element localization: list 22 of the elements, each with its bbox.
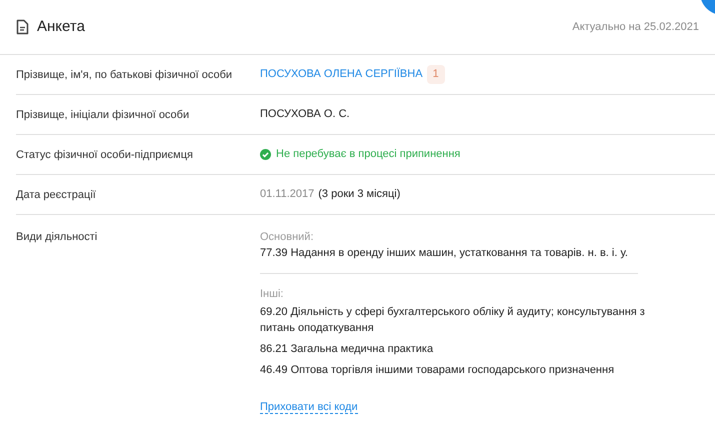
activity-text: 77.39 Надання в оренду інших машин, устатковання та товарів. н. в. і. у.: [260, 246, 629, 261]
updated-date: Актуально на 25.02.2021: [572, 20, 699, 35]
activity-text: 69.20 Діяльність у сфері бухгалтерського обліку й аудиту; консультування з питань оподаткування: [260, 305, 646, 336]
check-circle-icon: [260, 149, 271, 160]
hide-codes-link[interactable]: Приховати всі коди: [260, 401, 358, 414]
person-name-link[interactable]: ПОСУХОВА ОЛЕНА СЕРГІЇВНА: [260, 66, 423, 83]
activity-text: 86.21 Загальна медична практика: [260, 342, 434, 357]
section-heading: Основний:: [260, 230, 315, 245]
field-label: Статус фізичної особи-підприємця: [16, 148, 194, 162]
page-title: Анкета: [37, 16, 85, 37]
registration-date: 01.11.2017: [260, 187, 314, 202]
duration-text: (3 роки 3 місяці): [318, 187, 400, 202]
section-heading: Інші:: [260, 287, 284, 302]
document-icon: [16, 19, 29, 35]
initials-text: ПОСУХОВА О. С.: [260, 107, 350, 122]
status-text: Не перебуває в процесі припинення: [276, 147, 460, 162]
activity-text: 46.49 Оптова торгівля іншими товарами господарського призначення: [260, 363, 616, 378]
field-label: Види діяльності: [16, 230, 98, 245]
field-label: Дата реєстрації: [16, 188, 97, 202]
count-badge: 1: [426, 65, 445, 84]
field-label: Прізвище, ім'я, по батькові фізичної особи: [16, 68, 234, 82]
field-label: Прізвище, ініціали фізичної особи: [16, 108, 190, 122]
